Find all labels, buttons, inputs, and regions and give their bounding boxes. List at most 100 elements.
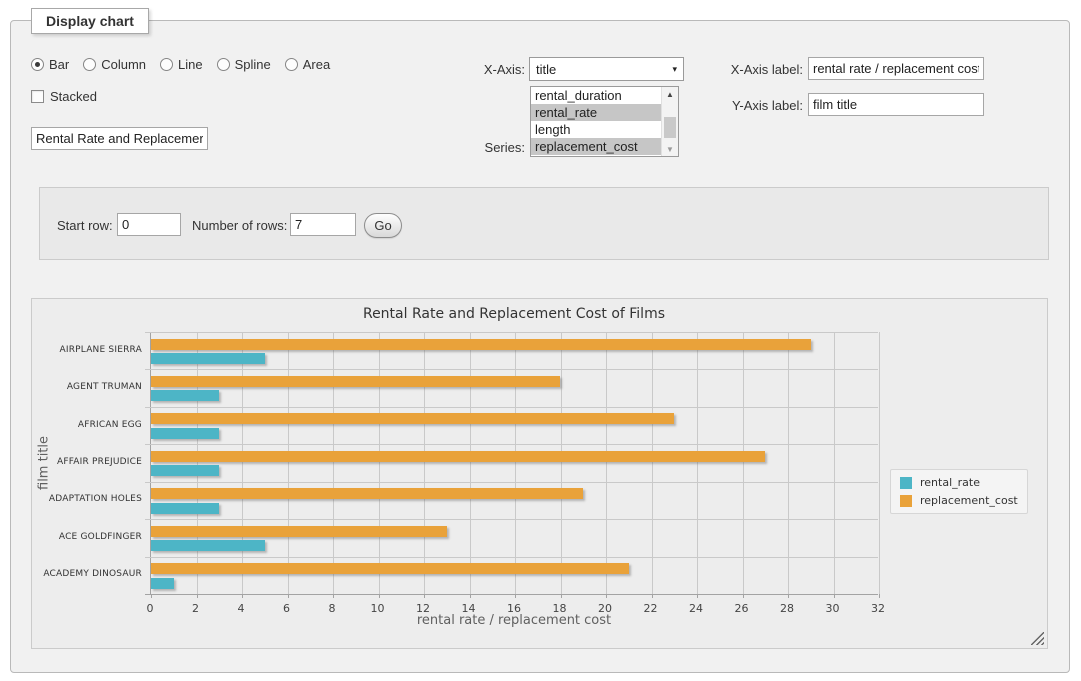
x-axis-tick xyxy=(606,594,607,598)
gridline-horizontal xyxy=(145,444,878,445)
num-rows-label: Number of rows: xyxy=(192,218,287,233)
category-label: ACADEMY DINOSAUR xyxy=(32,569,142,579)
x-axis-tick xyxy=(288,594,289,598)
gridline-vertical xyxy=(743,332,744,594)
series-option-replacement_cost[interactable]: replacement_cost xyxy=(531,138,661,155)
x-axis-tick xyxy=(424,594,425,598)
resize-grip-icon[interactable] xyxy=(1031,632,1044,645)
bar-rental_rate-ace-goldfinger[interactable] xyxy=(151,540,265,551)
gridline-horizontal xyxy=(145,332,878,333)
num-rows-input[interactable] xyxy=(290,213,356,236)
y-axis-label-label: Y-Axis label: xyxy=(721,98,803,113)
series-option-rental_duration[interactable]: rental_duration xyxy=(531,87,661,104)
series-listbox: rental_durationrental_ratelengthreplacem… xyxy=(530,86,679,157)
x-axis-tick xyxy=(697,594,698,598)
chart-type-option-line[interactable]: Line xyxy=(160,57,203,72)
gridline-vertical xyxy=(470,332,471,594)
legend-swatch-icon xyxy=(900,477,912,489)
category-label: AFFAIR PREJUDICE xyxy=(32,457,142,467)
radio-icon[interactable] xyxy=(83,58,96,71)
stacked-checkbox[interactable] xyxy=(31,90,44,103)
display-chart-fieldset: Display chart BarColumnLineSplineArea St… xyxy=(10,20,1070,673)
scroll-down-icon[interactable]: ▼ xyxy=(662,142,678,156)
chart-type-option-bar[interactable]: Bar xyxy=(31,57,69,72)
x-axis-selected-value: title xyxy=(536,62,672,77)
bar-rental_rate-african-egg[interactable] xyxy=(151,428,219,439)
x-axis-label-input[interactable] xyxy=(808,57,984,80)
start-row-label: Start row: xyxy=(57,218,113,233)
legend-item-replacement_cost[interactable]: replacement_cost xyxy=(900,494,1018,507)
legend-label: replacement_cost xyxy=(920,494,1018,507)
stacked-row: Stacked xyxy=(31,89,97,104)
radio-label: Area xyxy=(303,57,330,72)
bar-replacement_cost-affair-prejudice[interactable] xyxy=(151,451,765,462)
gridline-vertical xyxy=(879,332,880,594)
gridline-horizontal xyxy=(145,369,878,370)
chart-title-input[interactable] xyxy=(31,127,208,150)
gridline-vertical xyxy=(697,332,698,594)
bar-rental_rate-adaptation-holes[interactable] xyxy=(151,503,219,514)
gridline-vertical xyxy=(652,332,653,594)
radio-label: Column xyxy=(101,57,146,72)
radio-icon[interactable] xyxy=(31,58,44,71)
bar-rental_rate-affair-prejudice[interactable] xyxy=(151,465,219,476)
x-axis-select-label: X-Axis: xyxy=(469,62,525,77)
chart-legend: rental_rate replacement_cost xyxy=(890,469,1028,514)
gridline-vertical xyxy=(197,332,198,594)
chart-type-option-spline[interactable]: Spline xyxy=(217,57,271,72)
chart-x-axis-title: rental rate / replacement cost xyxy=(150,613,878,628)
x-axis-tick xyxy=(561,594,562,598)
gridline-vertical xyxy=(333,332,334,594)
x-axis-tick xyxy=(197,594,198,598)
chart-plot-area xyxy=(150,332,878,594)
x-axis-label-label: X-Axis label: xyxy=(721,62,803,77)
bar-replacement_cost-african-egg[interactable] xyxy=(151,413,674,424)
bar-replacement_cost-airplane-sierra[interactable] xyxy=(151,339,811,350)
series-option-length[interactable]: length xyxy=(531,121,661,138)
bar-rental_rate-academy-dinosaur[interactable] xyxy=(151,578,174,589)
bar-replacement_cost-adaptation-holes[interactable] xyxy=(151,488,583,499)
start-row-input[interactable] xyxy=(117,213,181,236)
go-button[interactable]: Go xyxy=(364,213,402,238)
category-label: AGENT TRUMAN xyxy=(32,382,142,392)
scroll-up-icon[interactable]: ▲ xyxy=(662,87,678,101)
x-axis-tick xyxy=(788,594,789,598)
rows-panel: Start row: Number of rows: Go xyxy=(39,187,1049,260)
radio-icon[interactable] xyxy=(160,58,173,71)
series-scrollbar[interactable]: ▲ ▼ xyxy=(661,87,678,156)
bar-replacement_cost-academy-dinosaur[interactable] xyxy=(151,563,629,574)
fieldset-legend: Display chart xyxy=(31,8,149,34)
category-label: AFRICAN EGG xyxy=(32,420,142,430)
legend-label: rental_rate xyxy=(920,476,980,489)
category-label: ADAPTATION HOLES xyxy=(32,494,142,504)
x-axis-line xyxy=(145,594,878,595)
bar-rental_rate-airplane-sierra[interactable] xyxy=(151,353,265,364)
series-option-rental_rate[interactable]: rental_rate xyxy=(531,104,661,121)
gridline-vertical xyxy=(561,332,562,594)
gridline-horizontal xyxy=(145,557,878,558)
gridline-vertical xyxy=(515,332,516,594)
gridline-vertical xyxy=(606,332,607,594)
bar-replacement_cost-agent-truman[interactable] xyxy=(151,376,560,387)
gridline-vertical xyxy=(788,332,789,594)
x-axis-tick xyxy=(379,594,380,598)
bar-rental_rate-agent-truman[interactable] xyxy=(151,390,219,401)
bar-replacement_cost-ace-goldfinger[interactable] xyxy=(151,526,447,537)
x-axis-tick xyxy=(151,594,152,598)
x-axis-tick xyxy=(515,594,516,598)
chart-type-option-column[interactable]: Column xyxy=(83,57,146,72)
x-axis-tick xyxy=(242,594,243,598)
gridline-vertical xyxy=(424,332,425,594)
series-options: rental_durationrental_ratelengthreplacem… xyxy=(531,87,661,156)
y-axis-label-input[interactable] xyxy=(808,93,984,116)
legend-item-rental_rate[interactable]: rental_rate xyxy=(900,476,1018,489)
series-select-label: Series: xyxy=(469,140,525,155)
x-axis-select[interactable]: title ▾ xyxy=(529,57,684,81)
chart-type-option-area[interactable]: Area xyxy=(285,57,330,72)
radio-icon[interactable] xyxy=(285,58,298,71)
scrollbar-thumb[interactable] xyxy=(664,117,676,138)
x-axis-tick xyxy=(879,594,880,598)
radio-label: Bar xyxy=(49,57,69,72)
gridline-horizontal xyxy=(145,407,878,408)
radio-icon[interactable] xyxy=(217,58,230,71)
